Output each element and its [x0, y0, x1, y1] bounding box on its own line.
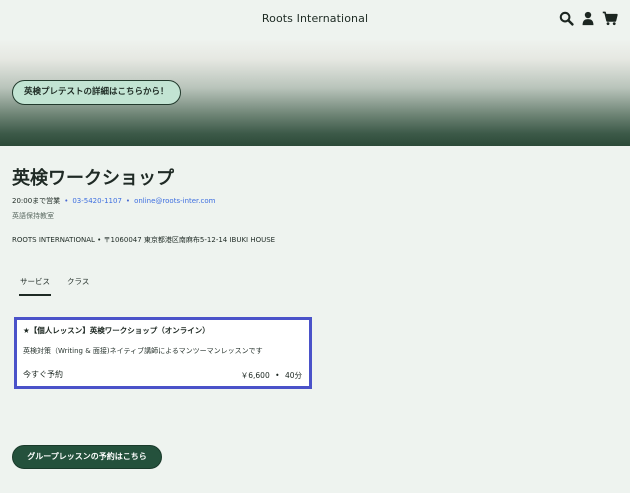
- business-info-line: 20:00まで営業 • 03-5420-1107 • online@roots-inte…: [12, 196, 215, 206]
- tab-classes[interactable]: クラス: [67, 276, 89, 287]
- site-title[interactable]: Roots International: [0, 12, 630, 25]
- service-duration: 40分: [284, 371, 302, 380]
- active-tab-indicator: [19, 294, 51, 296]
- pretest-details-button[interactable]: 英検プレテストの詳細はこちらから！: [12, 80, 181, 105]
- separator-dot: •: [275, 371, 280, 380]
- cart-icon[interactable]: [602, 11, 618, 27]
- business-name: 英検ワークショップ: [12, 168, 174, 189]
- service-card[interactable]: ★【個人レッスン】英検ワークショップ（オンライン） 英検対策（Writing &…: [14, 317, 312, 389]
- separator-dot: •: [64, 197, 69, 205]
- business-address: ROOTS INTERNATIONAL • 〒1060047 東京都港区南麻布5…: [12, 236, 276, 244]
- service-price: ￥6,600: [240, 371, 270, 380]
- site-header: Roots International: [0, 0, 630, 40]
- search-icon[interactable]: [559, 11, 575, 27]
- business-hours: 20:00まで営業: [12, 197, 61, 205]
- group-lesson-button[interactable]: グループレッスンの予約はこちら: [12, 445, 162, 469]
- user-icon[interactable]: [581, 11, 597, 27]
- email-link[interactable]: online@roots-inter.com: [134, 197, 215, 205]
- separator-dot: •: [125, 197, 131, 205]
- book-now-link[interactable]: 今すぐ予約: [23, 369, 63, 380]
- service-title: ★【個人レッスン】英検ワークショップ（オンライン）: [23, 326, 210, 335]
- phone-link[interactable]: 03-5420-1107: [72, 197, 122, 205]
- business-category: 英語保持教室: [12, 212, 54, 220]
- service-description: 英検対策（Writing & 面接)ネイティブ講師によるマンツーマンレッスンです: [23, 347, 263, 355]
- service-meta: ￥6,600 • 40分: [241, 370, 302, 381]
- tab-services[interactable]: サービス: [20, 276, 50, 287]
